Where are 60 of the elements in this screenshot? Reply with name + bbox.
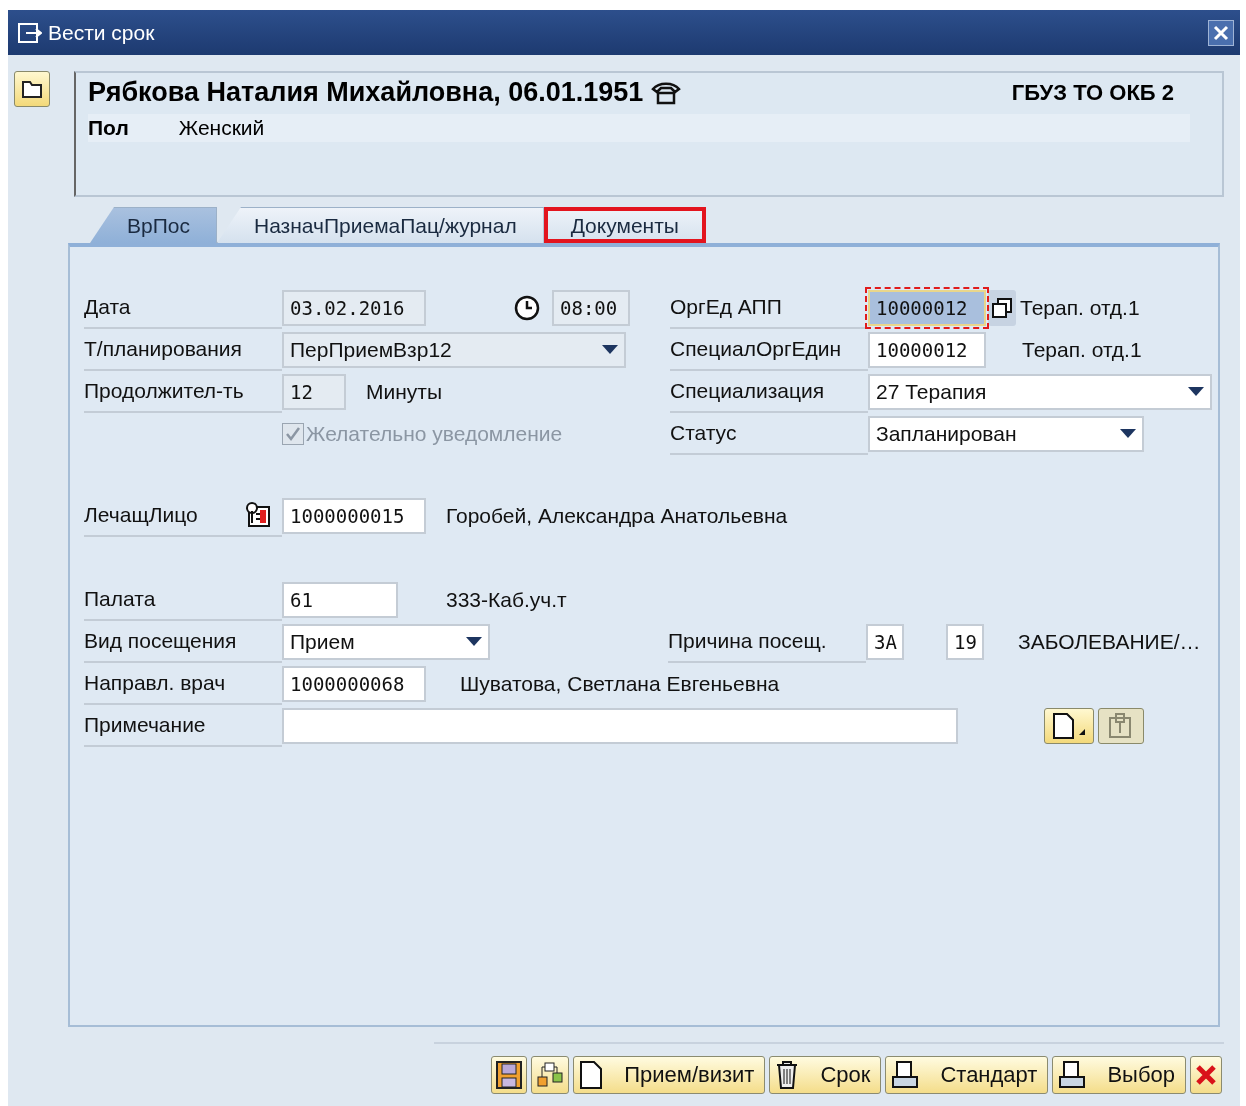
folder-button[interactable] — [14, 71, 50, 107]
attending-field[interactable]: 1000000015 — [282, 498, 426, 534]
visit-type-dropdown[interactable]: Прием — [282, 624, 490, 660]
organization-name: ГБУЗ ТО ОКБ 2 — [1011, 79, 1174, 106]
reason-code-field[interactable]: 19 — [946, 624, 984, 660]
special-org-unit-field[interactable]: 10000012 — [868, 332, 986, 368]
planning-type-dropdown[interactable]: ПерПриемВзр12 — [282, 332, 626, 368]
reason-code-field[interactable]: ЗА — [866, 624, 904, 660]
status-dropdown[interactable]: Запланирован — [868, 416, 1144, 452]
org-unit-field[interactable]: 10000012 — [868, 290, 986, 326]
tab[interactable]: Документы — [543, 207, 706, 243]
trash-icon — [776, 1061, 799, 1089]
document-icon — [1051, 713, 1087, 739]
toolbar-icon-button[interactable] — [491, 1056, 528, 1094]
tab[interactable]: НазначПриемаПац/журнал — [216, 207, 544, 243]
duration-field[interactable]: 12 — [282, 374, 346, 410]
dropdown-arrow-icon — [1188, 387, 1204, 397]
window-icon — [18, 22, 42, 43]
close-icon — [1195, 1064, 1217, 1086]
note-field[interactable] — [282, 708, 958, 744]
dropdown-arrow-icon — [466, 637, 482, 647]
close-button[interactable] — [1208, 19, 1234, 46]
patient-name: Рябкова Наталия Михайловна, 06.01.1951 — [88, 77, 644, 108]
specialization-dropdown[interactable]: 27 Терапия — [868, 374, 1212, 410]
clock-icon — [514, 295, 540, 321]
window-title: Вести срок — [48, 20, 156, 45]
time-field[interactable]: 08:00 — [552, 290, 630, 326]
header-field-value: Женский — [178, 116, 265, 140]
description-text: ЗАБОЛЕВАНИЕ/… — [1018, 630, 1201, 654]
hierarchy-icon — [536, 1061, 565, 1089]
copy-icon — [992, 298, 1012, 318]
tab[interactable]: ВрПос — [90, 207, 217, 243]
description-text: Терап. отд.1 — [1020, 296, 1140, 320]
date-field[interactable]: 03.02.2016 — [282, 290, 426, 326]
document-icon — [580, 1061, 603, 1089]
dropdown-arrow-icon — [602, 345, 618, 355]
unit-text: Минуты — [366, 380, 443, 404]
dropdown-arrow-icon — [1120, 429, 1136, 439]
toolbar-button[interactable]: Срок — [769, 1056, 882, 1094]
copy-button[interactable] — [988, 290, 1016, 326]
referring-doctor-field[interactable]: 1000000068 — [282, 666, 426, 702]
cancel-button[interactable] — [1190, 1056, 1222, 1094]
toolbar-button[interactable]: Стандарт — [885, 1056, 1049, 1094]
telephone-icon — [651, 80, 682, 105]
description-text: Горобей, Александра Анатольевна — [446, 504, 788, 528]
ward-field[interactable]: 61 — [282, 582, 398, 618]
field-label: ЛечащЛицо — [84, 495, 244, 537]
description-text: 333-Каб.уч.т — [446, 588, 567, 612]
toolbar-button[interactable]: Прием/визит — [573, 1056, 766, 1094]
printer-icon — [892, 1061, 919, 1089]
header-field-label: Пол — [88, 116, 129, 140]
clipboard-button[interactable] — [1098, 708, 1144, 744]
description-text: Терап. отд.1 — [1022, 338, 1142, 362]
printer-icon — [1059, 1061, 1086, 1089]
save-icon — [496, 1061, 523, 1089]
close-icon — [1213, 24, 1229, 41]
toolbar-button[interactable]: Выбор — [1052, 1056, 1186, 1094]
check-icon — [285, 426, 301, 442]
description-text: Шуватова, Светлана Евгеньевна — [460, 672, 780, 696]
new-document-button[interactable] — [1044, 708, 1094, 744]
